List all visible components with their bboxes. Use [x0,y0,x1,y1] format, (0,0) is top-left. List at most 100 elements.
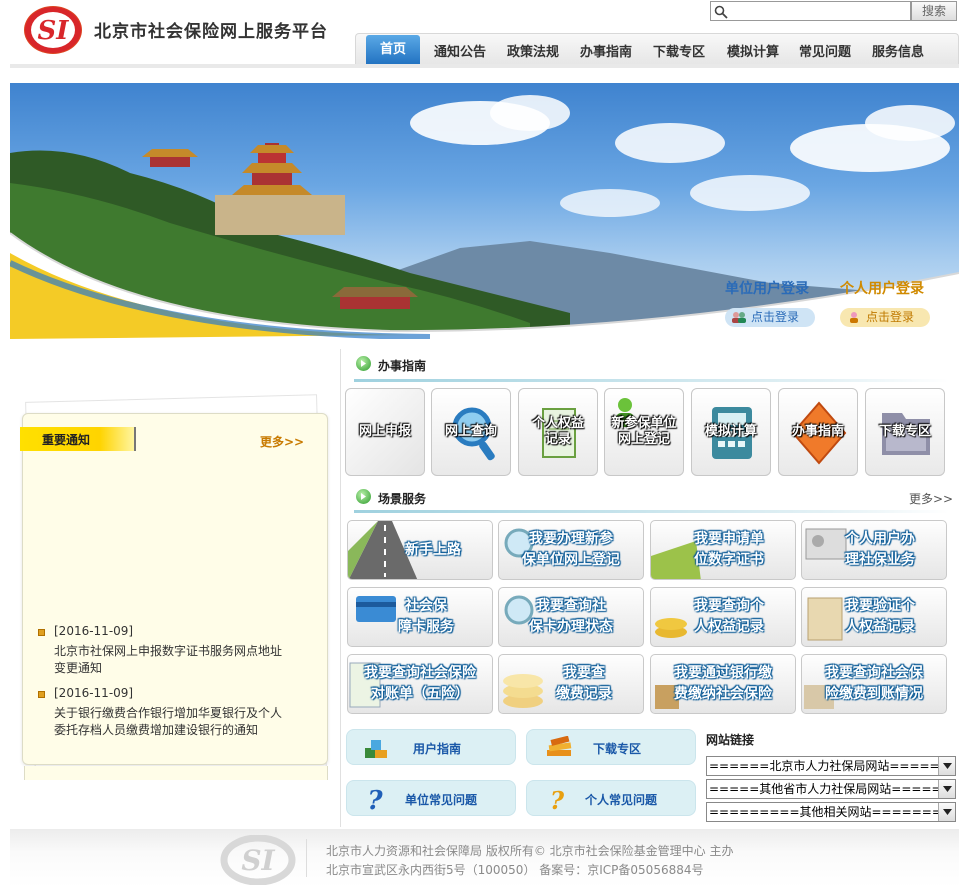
scene-label: 个人用户办 [845,531,915,547]
download-books-icon [547,736,572,756]
scene-label: 我要验证个 [845,598,915,614]
chevron-down-icon[interactable] [938,757,955,775]
scenes-more-link[interactable]: 更多>> [909,490,953,507]
scene-label: 位数字证书 [694,552,764,568]
scene-digital-cert[interactable]: 我要申请单位数字证书 [650,520,796,580]
main-nav: 首页 通知公告 政策法规 办事指南 下载专区 模拟计算 常见问题 服务信息 [355,33,959,66]
scene-payment-arrival[interactable]: 我要查询社会保 险缴费到账情况 [801,654,947,714]
nav-guide[interactable]: 办事指南 [580,41,632,60]
scene-bank-payment[interactable]: 我要通过银行缴 费缴纳社会保险 [650,654,796,714]
personal-login-text: 点击登录 [866,310,915,324]
scene-label: 障卡服务 [398,619,454,635]
tile-label: 记录 [544,432,571,447]
unit-login-label[interactable]: 单位用户登录 [725,278,809,298]
chevron-down-icon[interactable] [938,780,955,798]
guide-tile-online-declare[interactable]: 网上申报 [345,388,425,476]
scene-newbie[interactable]: 新手上路 [347,520,493,580]
news-text-line: 变更通知 [54,661,103,675]
news-text-line: 北京市社保网上申报数字证书服务网点地址 [54,644,283,658]
scene-label: 保卡办理状态 [529,619,613,635]
footer-logo: SI [220,835,296,885]
question-icon: ? [367,786,383,813]
scene-label: 人权益记录 [694,619,764,635]
nav-policies[interactable]: 政策法规 [507,41,559,60]
unit-login-text: 点击登录 [751,310,800,324]
nav-simulation[interactable]: 模拟计算 [727,41,779,60]
site-link-select-other-provinces[interactable]: =====其他省市人力社保局网站===== [706,779,956,799]
guide-tile-online-query[interactable]: 网上查询 [431,388,511,476]
scene-payment-records[interactable]: 我要查 缴费记录 [498,654,644,714]
tile-label: 模拟计算 [704,424,757,439]
scene-query-rights[interactable]: 我要查询个 人权益记录 [650,587,796,647]
scene-label: 我要申请单 [694,531,764,547]
guide-tile-simulation[interactable]: 模拟计算 [691,388,771,476]
site-logo[interactable]: SI [24,6,82,54]
personal-login-button[interactable]: 点击登录 [840,308,930,327]
arrow-circle-icon [356,356,371,371]
user-icon [850,312,858,323]
guide-section-underline [354,379,949,382]
quick-link-user-guide[interactable]: 用户指南 [346,729,516,765]
svg-text:SI: SI [38,16,70,46]
scene-label: 理社保业务 [845,552,915,568]
scenes-section-title: 场景服务 [378,492,427,506]
site-link-select-bj[interactable]: ======北京市人力社保局网站====== [706,756,956,776]
column-divider [340,349,341,827]
footer: SI 北京市人力资源和社会保障局 版权所有© 北京市社会保险基金管理中心 主办 … [10,829,959,888]
scene-verify-rights[interactable]: 我要验证个人权益记录 [801,587,947,647]
scene-social-card[interactable]: 社会保 障卡服务 [347,587,493,647]
guide-tile-new-unit-register[interactable]: 新参保单位 网上登记 [604,388,684,476]
tile-label: 网上申报 [358,424,411,439]
search-input[interactable] [710,1,911,21]
tile-label: 办事指南 [791,424,844,439]
nav-notices[interactable]: 通知公告 [434,41,486,60]
scene-label: 我要查询社 [536,598,606,614]
scene-label: 我要办理新参 [529,531,613,547]
select-value: =====其他省市人力社保局网站===== [709,782,942,796]
tile-label: 个人权益 [531,416,584,431]
guide-section-title: 办事指南 [378,359,427,373]
quick-link-label: 下载专区 [593,742,642,756]
guide-tile-personal-rights[interactable]: 个人权益 记录 [518,388,598,476]
scene-statement[interactable]: 我要查询社会保险 对账单（五险） [347,654,493,714]
scene-card-status[interactable]: 我要查询社保卡办理状态 [498,587,644,647]
nav-service-info[interactable]: 服务信息 [872,41,924,60]
scene-personal-business[interactable]: 个人用户办理社保业务 [801,520,947,580]
bullet-icon [38,691,45,698]
notice-tab: 重要通知 [20,427,136,451]
scene-label: 人权益记录 [845,619,915,635]
search-button[interactable]: 搜索 [911,1,957,21]
svg-text:?: ? [550,786,565,813]
quick-link-unit-faq[interactable]: ? 单位常见问题 [346,780,516,816]
quick-link-label: 个人常见问题 [585,793,658,807]
svg-text:?: ? [367,786,383,813]
nav-faq[interactable]: 常见问题 [799,41,851,60]
site-title: 北京市社会保险网上服务平台 [94,22,328,42]
nav-downloads[interactable]: 下载专区 [653,41,705,60]
site-link-select-related[interactable]: =========其他相关网站========= [706,802,956,822]
scenes-section-underline [354,510,949,513]
unit-login-button[interactable]: 点击登录 [725,308,815,327]
news-text-line: 委托存档人员缴费增加建设银行的通知 [54,723,259,737]
guide-tile-downloads[interactable]: 下载专区 [865,388,945,476]
scene-new-unit-register[interactable]: 我要办理新参 保单位网上登记 [498,520,644,580]
personal-login-label[interactable]: 个人用户登录 [840,278,924,298]
news-link[interactable]: 关于银行缴费合作银行增加华夏银行及个人 委托存档人员缴费增加建设银行的通知 [54,705,282,739]
quick-link-label: 用户指南 [413,742,462,756]
scene-label: 我要查询社会保 [825,665,923,681]
footer-copyright: 北京市人力资源和社会保障局 版权所有© 北京市社会保险基金管理中心 主办 [326,844,734,858]
arrow-circle-icon [356,489,371,504]
scene-label: 险缴费到账情况 [825,686,923,702]
news-link[interactable]: 北京市社保网上申报数字证书服务网点地址 变更通知 [54,643,282,677]
nav-home[interactable]: 首页 [366,35,420,66]
chevron-down-icon[interactable] [938,803,955,821]
notice-more-link[interactable]: 更多>> [260,433,304,450]
tile-label: 下载专区 [878,424,931,439]
question-icon: ? [550,786,565,813]
scene-label: 缴费记录 [556,686,612,702]
guide-tile-service-guide[interactable]: 办事指南 [778,388,858,476]
svg-text:SI: SI [241,844,275,877]
quick-link-personal-faq[interactable]: ? 个人常见问题 [526,780,696,816]
scene-label: 新手上路 [405,541,461,558]
quick-link-downloads[interactable]: 下载专区 [526,729,696,765]
